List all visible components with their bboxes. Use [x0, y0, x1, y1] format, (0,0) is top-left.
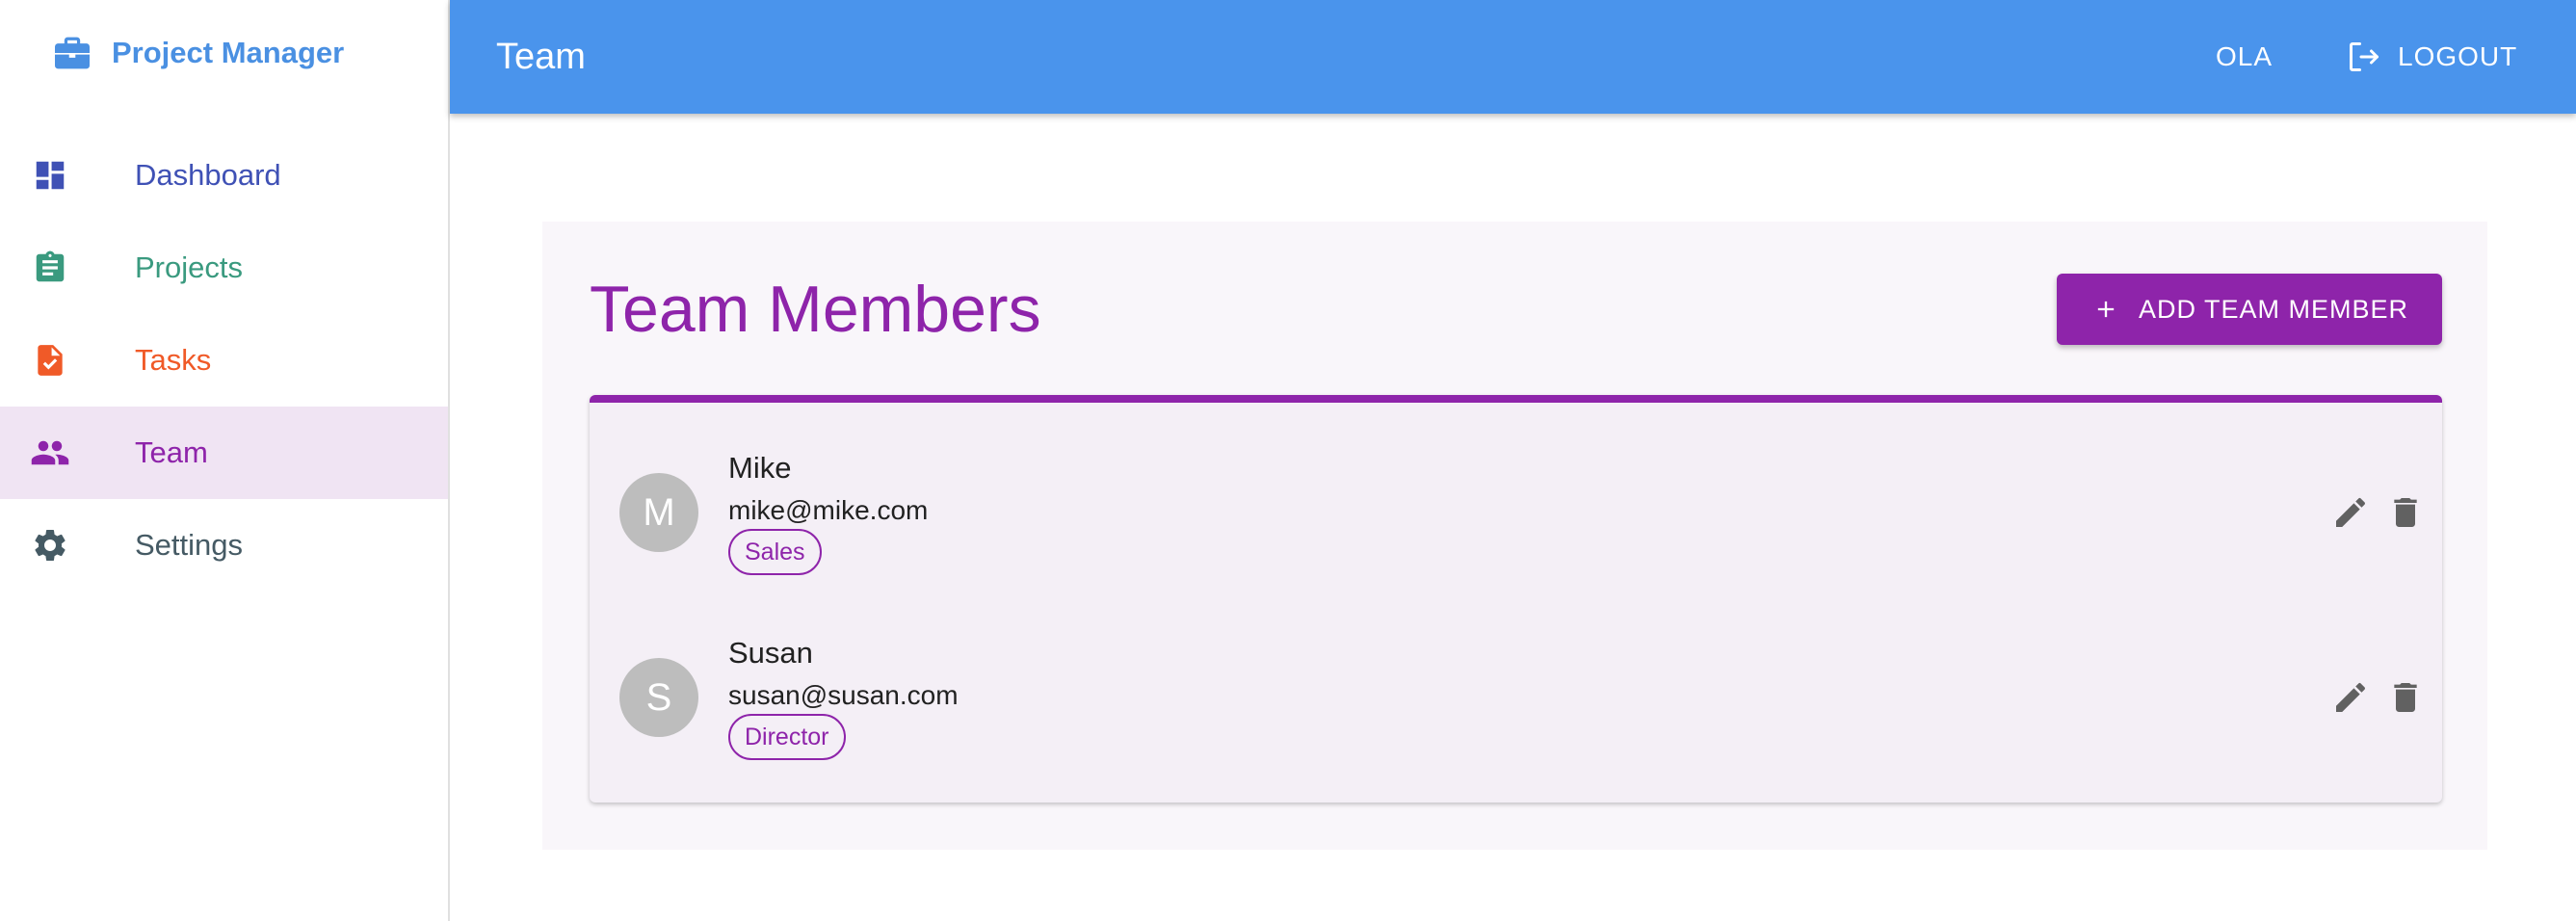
sidebar-item-label: Team: [135, 435, 208, 469]
brand[interactable]: Project Manager: [0, 0, 448, 105]
sidebar-item-label: Tasks: [135, 343, 212, 377]
task-file-icon: [29, 339, 71, 382]
logout-button[interactable]: LOGOUT: [2346, 0, 2517, 114]
gear-icon: [29, 524, 71, 566]
sidebar-item-label: Settings: [135, 528, 244, 562]
briefcase-icon: [52, 33, 92, 73]
sidebar-item-settings[interactable]: Settings: [0, 499, 448, 592]
dashboard-icon: [29, 154, 71, 197]
sidebar-item-label: Dashboard: [135, 158, 281, 192]
app-header: Team OLA LOGOUT: [450, 0, 2576, 114]
sidebar: Project Manager Dashboard Projects Tasks…: [0, 0, 450, 921]
list-item: S Susan susan@susan.com Director: [590, 588, 2442, 773]
brand-name: Project Manager: [112, 35, 345, 69]
sidebar-item-team[interactable]: Team: [0, 407, 448, 499]
role-chip: Director: [728, 714, 846, 760]
sidebar-nav: Dashboard Projects Tasks Team Settings: [0, 129, 448, 592]
delete-button[interactable]: [2384, 676, 2427, 719]
trash-icon: [2394, 498, 2417, 527]
add-team-member-label: ADD TEAM MEMBER: [2138, 294, 2409, 324]
logout-icon: [2346, 39, 2382, 75]
delete-button[interactable]: [2384, 491, 2427, 534]
pencil-icon: [2336, 682, 2366, 712]
user-name[interactable]: OLA: [2216, 0, 2273, 114]
member-email: mike@mike.com: [728, 495, 929, 525]
member-name: Susan: [728, 636, 813, 670]
team-member-list: M Mike mike@mike.com Sales S Susan susan…: [590, 395, 2442, 803]
sidebar-item-projects[interactable]: Projects: [0, 222, 448, 314]
plus-icon: [2090, 294, 2121, 325]
people-icon: [29, 432, 71, 474]
sidebar-item-tasks[interactable]: Tasks: [0, 314, 448, 407]
member-email: susan@susan.com: [728, 680, 959, 710]
list-item: M Mike mike@mike.com Sales: [590, 403, 2442, 588]
page-title: Team: [496, 36, 586, 77]
avatar: M: [619, 473, 698, 552]
sidebar-item-dashboard[interactable]: Dashboard: [0, 129, 448, 222]
role-chip: Sales: [728, 529, 822, 575]
edit-button[interactable]: [2329, 491, 2372, 534]
section-title: Team Members: [590, 273, 1041, 346]
clipboard-icon: [29, 247, 71, 289]
logout-label: LOGOUT: [2398, 41, 2518, 71]
trash-icon: [2394, 683, 2417, 712]
avatar: S: [619, 658, 698, 737]
sidebar-item-label: Projects: [135, 250, 243, 284]
edit-button[interactable]: [2329, 676, 2372, 719]
pencil-icon: [2336, 497, 2366, 527]
member-name: Mike: [728, 451, 792, 485]
add-team-member-button[interactable]: ADD TEAM MEMBER: [2057, 274, 2442, 345]
team-panel: Team Members ADD TEAM MEMBER M Mike mike…: [542, 222, 2487, 850]
